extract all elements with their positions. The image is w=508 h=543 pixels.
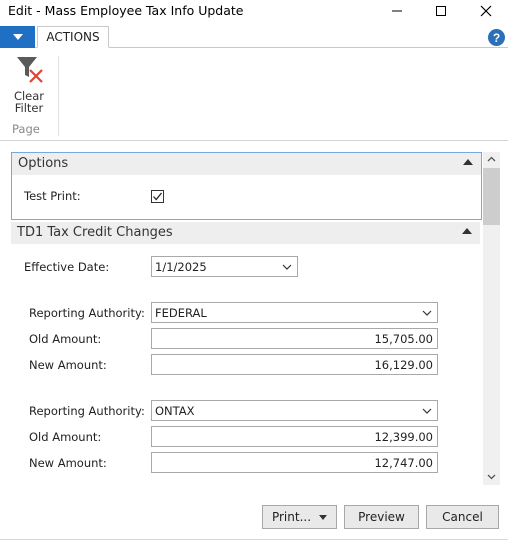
- clear-filter-button[interactable]: Clear Filter: [6, 54, 52, 114]
- old-amount-label: Old Amount:: [29, 332, 102, 346]
- checkmark-icon: [153, 192, 163, 201]
- tab-actions[interactable]: ACTIONS: [37, 26, 109, 48]
- reporting-authority-select[interactable]: ONTAX: [151, 400, 438, 421]
- old-amount-field[interactable]: 15,705.00: [151, 328, 438, 349]
- cancel-button[interactable]: Cancel: [426, 505, 499, 529]
- caret-down-icon[interactable]: [319, 514, 328, 520]
- reporting-authority-value: FEDERAL: [155, 306, 207, 320]
- scroll-up-button[interactable]: [483, 152, 500, 166]
- ribbon: Clear Filter Page: [0, 48, 508, 141]
- title-bar: Edit - Mass Employee Tax Info Update: [0, 0, 508, 22]
- help-button[interactable]: ?: [488, 29, 505, 46]
- effective-date-value: 1/1/2025: [155, 260, 207, 274]
- chevron-down-icon: [282, 264, 292, 270]
- scroll-down-button[interactable]: [483, 470, 500, 484]
- collapse-up-icon[interactable]: [463, 158, 473, 165]
- new-amount-label: New Amount:: [29, 456, 107, 470]
- clear-filter-label-2: Filter: [14, 101, 44, 115]
- new-amount-value: 16,129.00: [374, 358, 433, 372]
- vertical-scrollbar[interactable]: [483, 152, 500, 485]
- old-amount-field[interactable]: 12,399.00: [151, 426, 438, 447]
- caret-down-icon: [12, 34, 23, 40]
- old-amount-value: 15,705.00: [374, 332, 433, 346]
- effective-date-label: Effective Date:: [24, 260, 110, 274]
- reporting-authority-label: Reporting Authority:: [29, 306, 145, 320]
- td1-fasttab: TD1 Tax Credit Changes: [11, 222, 480, 244]
- print-button[interactable]: Print...: [262, 505, 337, 529]
- collapse-up-icon[interactable]: [462, 227, 472, 234]
- minimize-icon: [392, 10, 402, 12]
- maximize-icon: [436, 6, 446, 16]
- options-title: Options: [18, 156, 69, 171]
- preview-button[interactable]: Preview: [344, 505, 419, 529]
- effective-date-input[interactable]: 1/1/2025: [151, 256, 298, 277]
- close-icon: [480, 5, 492, 17]
- ribbon-group-label: Page: [12, 122, 40, 136]
- test-print-checkbox[interactable]: [151, 190, 164, 203]
- chevron-down-icon: [422, 310, 432, 316]
- print-label: Print...: [271, 510, 312, 524]
- scroll-down-icon: [487, 474, 496, 480]
- ribbon-group-separator: [58, 56, 59, 136]
- new-amount-field[interactable]: 12,747.00: [151, 452, 438, 473]
- test-print-label: Test Print:: [24, 189, 81, 203]
- scroll-up-icon: [487, 156, 496, 162]
- window-title: Edit - Mass Employee Tax Info Update: [8, 3, 244, 18]
- new-amount-field[interactable]: 16,129.00: [151, 354, 438, 375]
- window-bottom-edge: [0, 539, 508, 543]
- td1-title: TD1 Tax Credit Changes: [17, 225, 173, 240]
- scroll-thumb[interactable]: [483, 168, 500, 225]
- old-amount-label: Old Amount:: [29, 430, 102, 444]
- new-amount-label: New Amount:: [29, 358, 107, 372]
- help-icon: ?: [492, 30, 501, 45]
- td1-header[interactable]: TD1 Tax Credit Changes: [11, 222, 480, 244]
- old-amount-value: 12,399.00: [374, 430, 433, 444]
- clear-filter-icon: [17, 57, 43, 83]
- reporting-authority-select[interactable]: FEDERAL: [151, 302, 438, 323]
- chevron-down-icon: [422, 408, 432, 414]
- new-amount-value: 12,747.00: [374, 456, 433, 470]
- reporting-authority-label: Reporting Authority:: [29, 404, 145, 418]
- reporting-authority-value: ONTAX: [155, 404, 195, 418]
- app-menu-button[interactable]: [0, 26, 35, 48]
- maximize-button[interactable]: [419, 0, 463, 22]
- close-button[interactable]: [464, 0, 508, 22]
- options-header[interactable]: Options: [12, 153, 481, 175]
- minimize-button[interactable]: [375, 0, 419, 22]
- options-fasttab: Options: [11, 152, 482, 220]
